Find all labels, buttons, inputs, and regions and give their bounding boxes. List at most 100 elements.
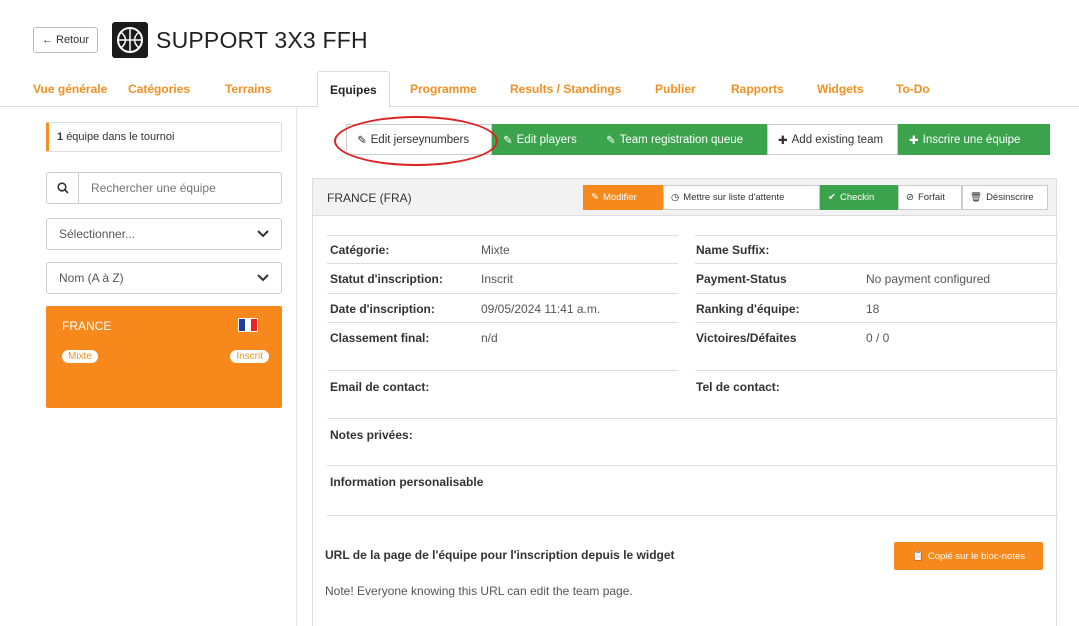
desinscrire-button[interactable]: 🗑 Désinscrire [962,185,1048,210]
sort-select[interactable]: Nom (A à Z) [46,262,282,294]
back-button[interactable]: ← Retour [33,27,99,53]
categorie-value: Mixte [481,243,510,257]
category-select-value: Sélectionner... [59,227,136,241]
divider [327,515,1058,516]
url-label: URL de la page de l'équipe pour l'inscri… [325,548,675,562]
check-icon: ✔ [828,192,836,203]
inscrire-equipe-label: Inscrire une équipe [922,133,1021,146]
copy-url-button[interactable]: 📋 Copié sur le bloc-notes [894,542,1043,570]
tab-vue-generale[interactable]: Vue générale [33,71,107,107]
team-sidebar: 1 équipe dans le tournoi Sélectionner...… [33,108,297,626]
ban-icon: ⊘ [906,192,914,203]
categorie-label: Catégorie: [330,243,390,257]
tab-categories[interactable]: Catégories [128,71,190,107]
forfait-button[interactable]: ⊘ Forfait [898,185,962,210]
category-badge: Mixte [62,350,98,363]
statut-value: Inscrit [481,272,514,286]
divider [327,418,1058,419]
team-count-number: 1 [57,131,64,143]
ranking-value: 18 [866,302,880,316]
notes-privees-label: Notes privées: [330,428,413,442]
email-contact-label: Email de contact: [330,380,430,394]
edit-icon: ✎ [606,134,616,147]
divider [327,322,678,323]
date-inscription-label: Date d'inscription: [330,302,435,316]
france-flag-icon [238,318,258,332]
tab-rapports[interactable]: Rapports [731,71,784,107]
information-personalisable-label: Information personalisable [330,475,484,489]
waitlist-label: Mettre sur liste d'attente [683,192,785,203]
team-registration-queue-button[interactable]: ✎ Team registration queue [595,124,767,155]
team-count-text: équipe dans le tournoi [66,131,175,143]
victoires-label: Victoires/Défaites [696,331,797,345]
tab-widgets[interactable]: Widgets [817,71,864,107]
desinscrire-label: Désinscrire [986,192,1034,203]
tab-programme[interactable]: Programme [410,71,477,107]
tab-equipes[interactable]: Equipes [317,71,390,108]
pencil-icon: ✎ [591,192,599,203]
divider [327,263,678,264]
team-card-france[interactable]: FRANCE Mixte Inscrit [46,306,282,408]
team-card-name: FRANCE [62,319,112,333]
divider [695,235,1058,236]
search-icon[interactable] [47,173,79,203]
tab-results-standings[interactable]: Results / Standings [510,71,621,107]
team-detail-title: FRANCE (FRA) [327,191,412,205]
divider [327,370,678,371]
classement-label: Classement final: [330,331,430,345]
team-search [46,172,282,204]
url-note: Note! Everyone knowing this URL can edit… [325,584,633,598]
tab-publier[interactable]: Publier [655,71,696,107]
checkin-label: Checkin [839,192,875,203]
checkin-button[interactable]: ✔ Checkin [820,185,898,210]
edit-icon: ✎ [503,134,513,147]
back-button-label: Retour [56,34,90,46]
edit-players-label: Edit players [516,133,577,146]
team-registration-queue-label: Team registration queue [619,133,744,146]
team-detail-buttons: ✎ Modifier ◷ Mettre sur liste d'attente … [583,185,1048,210]
tab-todo[interactable]: To-Do [896,71,930,107]
search-input[interactable] [79,173,281,203]
statut-label: Statut d'inscription: [330,272,443,286]
page-title: SUPPORT 3X3 FFH [156,26,368,53]
category-select[interactable]: Sélectionner... [46,218,282,250]
divider [327,293,678,294]
page-header: ← Retour SUPPORT 3X3 FFH [33,20,368,60]
team-count: 1 équipe dans le tournoi [46,122,282,152]
divider [327,235,678,236]
ranking-label: Ranking d'équipe: [696,302,800,316]
payment-status-label: Payment-Status [696,272,787,286]
forfait-label: Forfait [917,192,945,203]
tab-terrains[interactable]: Terrains [225,71,271,107]
chevron-down-icon [257,271,269,285]
divider [695,322,1058,323]
status-badge: Inscrit [230,350,269,363]
team-detail-header: FRANCE (FRA) ✎ Modifier ◷ Mettre sur lis… [313,179,1056,216]
add-existing-team-label: Add existing team [791,133,884,146]
tel-contact-label: Tel de contact: [696,380,780,394]
add-existing-team-button[interactable]: ✚ Add existing team [767,124,898,155]
divider [695,263,1058,264]
payment-status-value: No payment configured [866,272,991,286]
date-inscription-value: 09/05/2024 11:41 a.m. [481,302,601,316]
tournament-logo [112,22,149,58]
waitlist-button[interactable]: ◷ Mettre sur liste d'attente [663,185,820,210]
divider [327,465,1058,466]
plus-circle-icon: ✚ [778,134,788,147]
plus-circle-icon: ✚ [909,134,919,147]
sort-select-value: Nom (A à Z) [59,271,124,285]
edit-players-button[interactable]: ✎ Edit players [492,124,595,155]
clipboard-icon: 📋 [911,550,924,562]
clock-icon: ◷ [671,192,680,203]
divider [695,370,1058,371]
chevron-down-icon [257,227,269,241]
modifier-button[interactable]: ✎ Modifier [583,185,663,210]
inscrire-equipe-button[interactable]: ✚ Inscrire une équipe [898,124,1050,155]
name-suffix-label: Name Suffix: [696,243,770,257]
trash-icon: 🗑 [970,192,983,203]
victoires-value: 0 / 0 [866,331,890,345]
modifier-label: Modifier [602,192,637,203]
tab-bar: Vue générale Catégories Terrains Equipes… [0,71,1079,108]
highlight-circle-annotation [334,116,498,166]
divider [695,293,1058,294]
